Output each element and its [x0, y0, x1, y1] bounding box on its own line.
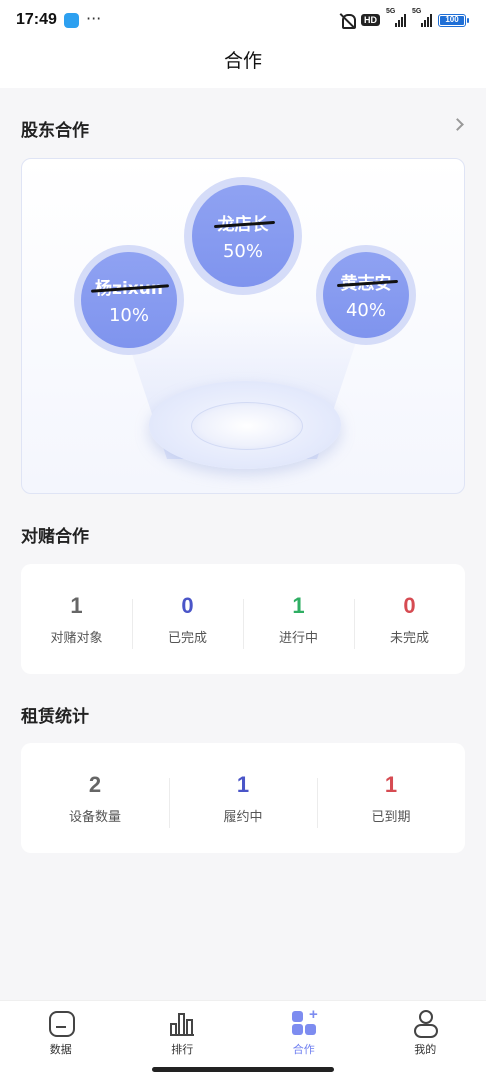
shareholder-section-title: 股东合作 — [21, 121, 89, 141]
nav-item-data[interactable]: 数据 — [0, 1001, 122, 1080]
shareholder-card[interactable]: 杨zixun 10% 龙店长 50% 黄志安 40% — [21, 158, 465, 494]
stat-label: 履约中 — [223, 809, 263, 825]
shareholder-name: 龙店长 — [218, 210, 269, 235]
stat-value: 1 — [292, 592, 305, 618]
nav-label: 排行 — [171, 1043, 194, 1056]
stat-expired[interactable]: 1 已到期 — [317, 771, 465, 828]
more-notifications-icon: ··· — [86, 9, 102, 28]
stat-value: 1 — [236, 771, 250, 797]
stat-label: 已到期 — [371, 809, 411, 825]
gamble-stats-card: 1 对赌对象 0 已完成 1 进行中 0 未完成 — [21, 564, 465, 674]
chevron-right-icon[interactable] — [451, 118, 464, 131]
signal-icon: 5G — [386, 8, 406, 27]
shareholder-percent: 50% — [222, 241, 263, 262]
stat-value: 0 — [403, 592, 416, 618]
lease-stats-card: 2 设备数量 1 履约中 1 已到期 — [21, 743, 465, 853]
data-icon — [47, 1009, 75, 1037]
bar-chart-icon — [168, 1009, 196, 1037]
page-header: 合作 — [0, 42, 486, 88]
page-title: 合作 — [223, 50, 262, 72]
stat-value: 2 — [88, 771, 102, 797]
signal-icon: 5G — [412, 8, 432, 27]
home-indicator — [152, 1067, 334, 1072]
status-icons: HD 5G 5G 100 — [339, 8, 469, 29]
shareholder-percent: 10% — [108, 305, 149, 326]
lease-section-title: 租赁统计 — [21, 707, 89, 727]
shareholder-bubble[interactable]: 龙店长 50% — [184, 177, 302, 295]
nav-label: 我的 — [414, 1043, 437, 1056]
nav-item-me[interactable]: 我的 — [365, 1001, 486, 1080]
cooperation-icon: + — [290, 1006, 318, 1037]
shareholder-name: 杨zixun — [95, 274, 163, 299]
profile-icon — [411, 1009, 439, 1038]
stat-label: 未完成 — [389, 630, 429, 646]
stat-label: 设备数量 — [68, 809, 121, 825]
app-notification-icon — [64, 13, 79, 28]
stat-label: 已完成 — [167, 630, 207, 646]
stat-value: 1 — [384, 771, 398, 797]
stat-incomplete[interactable]: 0 未完成 — [354, 592, 465, 649]
stat-label: 进行中 — [278, 630, 318, 646]
hd-icon: HD — [361, 14, 380, 26]
shareholder-bubble[interactable]: 黄志安 40% — [316, 245, 416, 345]
shareholder-percent: 40% — [345, 300, 386, 321]
stat-in-progress[interactable]: 1 进行中 — [243, 592, 354, 649]
pedestal-top — [191, 402, 303, 450]
shareholder-bubble[interactable]: 杨zixun 10% — [74, 245, 184, 355]
nav-label: 合作 — [292, 1043, 315, 1056]
stat-performing[interactable]: 1 履约中 — [169, 771, 317, 828]
battery-icon: 100 — [438, 13, 469, 27]
stat-device-count[interactable]: 2 设备数量 — [21, 772, 169, 825]
stat-value: 1 — [70, 592, 83, 618]
stat-label: 对赌对象 — [50, 630, 103, 646]
stat-completed[interactable]: 0 已完成 — [132, 592, 243, 649]
stat-value: 0 — [181, 592, 194, 618]
gamble-section-title: 对赌合作 — [21, 527, 89, 547]
shareholder-name: 黄志安 — [341, 269, 392, 294]
status-bar: 17:49 ··· HD 5G 5G 100 — [0, 0, 486, 42]
nav-label: 数据 — [49, 1043, 72, 1056]
mute-icon — [339, 12, 356, 29]
status-time: 17:49 — [16, 11, 57, 28]
stat-gamble-targets[interactable]: 1 对赌对象 — [21, 593, 132, 646]
